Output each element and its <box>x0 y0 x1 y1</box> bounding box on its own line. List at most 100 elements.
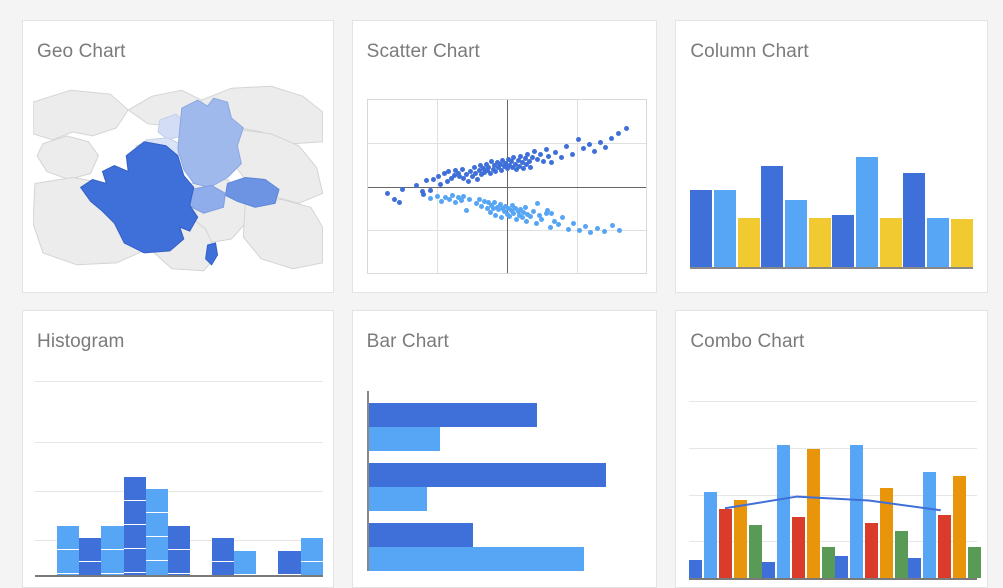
scatter-point <box>524 218 529 224</box>
combo-bar[interactable] <box>968 546 982 578</box>
card-bar-chart[interactable]: Bar Chart <box>351 310 658 588</box>
combo-bar[interactable] <box>895 530 909 578</box>
combo-bar[interactable] <box>908 558 922 578</box>
histogram-bar[interactable] <box>234 550 257 575</box>
card-histogram[interactable]: Histogram <box>22 310 334 588</box>
scatter-point <box>624 126 630 132</box>
histogram-bin <box>145 489 168 575</box>
column-plot-area <box>690 109 973 291</box>
bar-item[interactable] <box>368 523 474 547</box>
column-bar[interactable] <box>690 190 713 267</box>
combo-bar[interactable] <box>749 525 763 578</box>
bar-item[interactable] <box>368 403 537 427</box>
combo-bar[interactable] <box>734 499 748 578</box>
column-bar[interactable] <box>880 217 903 267</box>
histogram-bar[interactable] <box>79 538 102 575</box>
histogram-title: Histogram <box>37 331 125 352</box>
combo-bar[interactable] <box>822 546 836 578</box>
scatter-point <box>546 153 552 159</box>
scatter-point <box>560 215 566 221</box>
combo-bar[interactable] <box>865 523 879 578</box>
scatter-point <box>528 164 534 170</box>
card-geo-chart[interactable]: Geo Chart <box>22 20 334 293</box>
column-bar[interactable] <box>832 214 855 267</box>
card-combo-chart[interactable]: Combo Chart <box>675 310 988 588</box>
column-bar-groups <box>690 109 973 267</box>
scatter-point <box>466 196 472 202</box>
scatter-point <box>615 131 621 137</box>
column-bar[interactable] <box>926 217 949 267</box>
scatter-point <box>564 144 570 150</box>
scatter-point <box>539 216 545 222</box>
histogram-bar[interactable] <box>300 538 323 575</box>
combo-chart-plot[interactable] <box>676 371 987 587</box>
combo-bar[interactable] <box>850 444 864 578</box>
column-bar[interactable] <box>714 190 737 267</box>
scatter-point <box>609 135 614 141</box>
histogram-baseline-axis <box>35 575 323 577</box>
column-baseline-axis <box>690 267 973 269</box>
column-group <box>761 165 832 267</box>
bar-plot-area <box>366 391 645 581</box>
column-bar[interactable] <box>950 219 973 267</box>
dashboard-row-2: Histogram Bar Chart Combo Chart <box>22 310 988 588</box>
combo-bar-groups <box>689 371 982 578</box>
scatter-point <box>549 210 555 216</box>
combo-bar[interactable] <box>762 562 776 578</box>
card-scatter-chart[interactable]: Scatter Chart <box>351 20 658 293</box>
scatter-point <box>471 164 477 170</box>
bar-chart-plot[interactable] <box>353 391 657 581</box>
bar-item[interactable] <box>368 463 606 487</box>
histogram-bar[interactable] <box>101 526 124 575</box>
scatter-point <box>535 201 541 207</box>
column-bar[interactable] <box>902 172 925 267</box>
column-group <box>902 172 973 267</box>
combo-bar[interactable] <box>835 556 849 578</box>
histogram-bar[interactable] <box>123 477 146 575</box>
combo-bar[interactable] <box>923 472 937 578</box>
dashboard-row-1: Geo Chart Scatter Chart Column Chart <box>22 20 988 293</box>
scatter-point <box>479 203 485 209</box>
combo-bar[interactable] <box>953 476 967 578</box>
combo-bar[interactable] <box>807 448 821 578</box>
histogram-bar[interactable] <box>167 526 190 575</box>
combo-chart-title: Combo Chart <box>690 331 805 352</box>
column-bar[interactable] <box>785 200 808 267</box>
column-bar[interactable] <box>809 217 832 267</box>
scatter-point <box>558 155 564 161</box>
combo-bar[interactable] <box>938 515 952 578</box>
histogram-bar[interactable] <box>145 489 168 575</box>
scatter-point <box>522 204 528 210</box>
histogram-bin <box>79 538 102 575</box>
scatter-point <box>427 196 433 202</box>
histogram-plot[interactable] <box>23 371 333 586</box>
scatter-point <box>569 151 575 157</box>
column-chart-plot[interactable] <box>676 109 987 291</box>
combo-bar[interactable] <box>704 491 718 578</box>
combo-bar[interactable] <box>792 517 806 578</box>
combo-bar[interactable] <box>777 444 791 578</box>
histogram-bar[interactable] <box>212 538 235 575</box>
scatter-point <box>400 186 405 192</box>
histogram-bin <box>278 550 301 575</box>
scatter-point <box>533 221 539 227</box>
combo-bar[interactable] <box>719 509 733 578</box>
scatter-chart-plot[interactable] <box>353 99 657 274</box>
column-bar[interactable] <box>761 165 784 267</box>
bar-item[interactable] <box>368 427 441 451</box>
column-bar[interactable] <box>856 156 879 267</box>
card-column-chart[interactable]: Column Chart <box>675 20 988 293</box>
scatter-point <box>493 212 499 218</box>
bar-item[interactable] <box>368 547 584 571</box>
geo-chart-map[interactable] <box>23 81 333 276</box>
histogram-bar[interactable] <box>278 550 301 575</box>
combo-bar[interactable] <box>880 487 894 578</box>
column-bar[interactable] <box>738 217 761 267</box>
bar-item[interactable] <box>368 487 427 511</box>
histogram-bar[interactable] <box>57 526 80 575</box>
combo-bar[interactable] <box>689 560 703 578</box>
histogram-bin <box>300 538 323 575</box>
scatter-point <box>565 227 571 233</box>
bar-group <box>368 523 645 571</box>
scatter-point <box>610 222 616 228</box>
